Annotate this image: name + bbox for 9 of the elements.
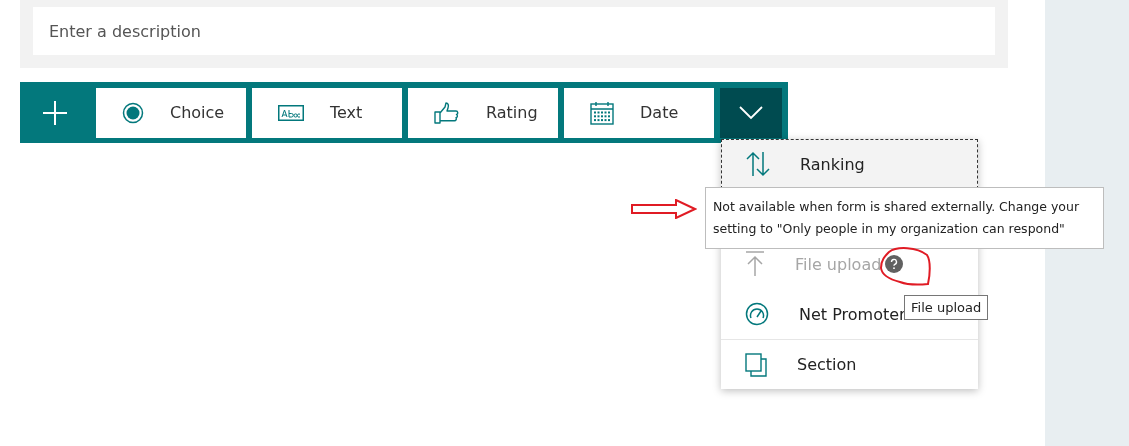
description-field[interactable]: Enter a description — [33, 7, 995, 55]
disabled-reason-tooltip: Not available when form is shared externally. Change your setting to "Only people in my organization can respond" — [705, 187, 1104, 249]
section-menu-item[interactable]: Section — [721, 339, 978, 389]
text-type-button[interactable]: Text — [252, 87, 402, 138]
ranking-menu-item[interactable]: Ranking — [721, 139, 978, 189]
hover-tooltip: File upload — [904, 295, 989, 320]
rating-type-button[interactable]: Rating — [408, 87, 558, 138]
date-type-button[interactable]: Date — [564, 87, 714, 138]
choice-type-button[interactable]: Choice — [96, 87, 246, 138]
